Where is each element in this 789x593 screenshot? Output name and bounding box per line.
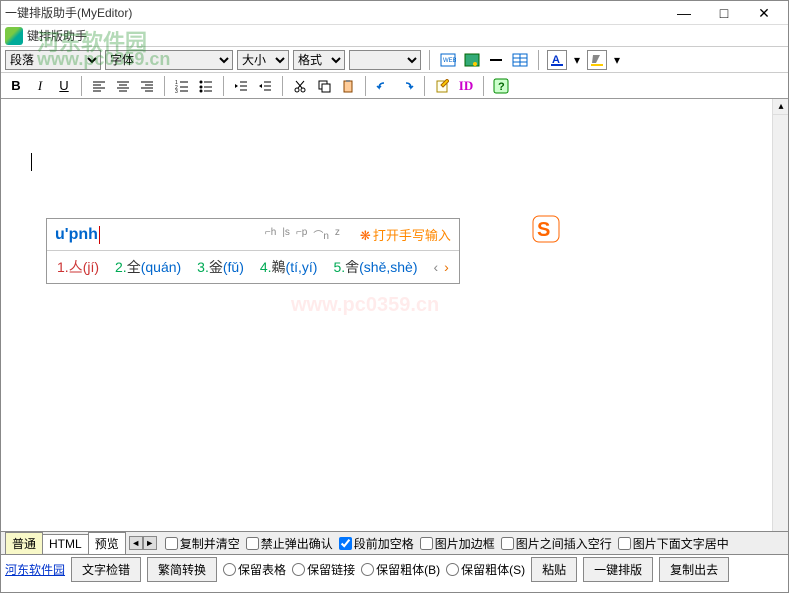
redo-button[interactable] — [396, 76, 418, 96]
ime-candidate-4[interactable]: 4.鵜(tí,yí) — [260, 257, 318, 277]
ime-input-text: u'pnh — [55, 226, 98, 244]
svg-text:?: ? — [498, 81, 505, 93]
ime-candidate-2[interactable]: 2.全(quán) — [115, 257, 181, 277]
font-select[interactable]: 字体 — [105, 50, 233, 70]
minimize-button[interactable]: — — [664, 1, 704, 25]
format-toolbar: 段落 字体 大小 格式 WEB A ▾ ▾ — [1, 47, 788, 73]
scroll-up-icon[interactable]: ▴ — [773, 99, 788, 115]
edit-source-button[interactable] — [431, 76, 453, 96]
paste-button[interactable] — [337, 76, 359, 96]
close-button[interactable]: ✕ — [744, 1, 784, 25]
text-check-button[interactable]: 文字检错 — [71, 557, 141, 582]
vertical-scrollbar[interactable]: ▴ — [772, 99, 788, 531]
align-right-button[interactable] — [136, 76, 158, 96]
tab-normal[interactable]: 普通 — [5, 532, 43, 554]
cb-img-border[interactable]: 图片加边框 — [420, 535, 495, 552]
outdent-button[interactable] — [230, 76, 252, 96]
vendor-link[interactable]: 河东软件园 — [5, 561, 65, 578]
ime-panel: u'pnh ⌐h |s ⌐p ⌒n z ❋打开手写输入 1.亼(jí) 2.全(… — [46, 218, 460, 284]
ime-tool-n[interactable]: ⌒n — [313, 227, 329, 242]
paste-button[interactable]: 粘贴 — [531, 557, 577, 582]
cb-img-blank[interactable]: 图片之间插入空行 — [501, 535, 612, 552]
ime-toolbar: ⌐h |s ⌐p ⌒n z — [265, 227, 340, 242]
copy-button[interactable] — [313, 76, 335, 96]
web-icon[interactable]: WEB — [438, 50, 458, 70]
ime-prev-icon[interactable]: ‹ — [433, 259, 438, 275]
ime-tool-s[interactable]: |s — [282, 227, 290, 242]
window-title: 一键排版助手(MyEditor) — [5, 4, 664, 21]
ime-candidate-3[interactable]: 3.釡(fǔ) — [197, 257, 244, 277]
image-button[interactable] — [462, 50, 482, 70]
id-button[interactable]: ID — [455, 76, 477, 96]
svg-text:WEB: WEB — [443, 58, 456, 64]
convert-button[interactable]: 繁简转换 — [147, 557, 217, 582]
svg-text:3: 3 — [175, 89, 178, 93]
ime-candidate-5[interactable]: 5.舎(shě,shè) — [333, 257, 417, 277]
cut-button[interactable] — [289, 76, 311, 96]
tab-scroll-right-icon[interactable]: ► — [143, 536, 157, 550]
ime-tool-p[interactable]: ⌐p — [296, 227, 307, 242]
rb-keep-bold-s[interactable]: 保留粗体(S) — [446, 561, 525, 578]
size-select[interactable]: 大小 — [237, 50, 289, 70]
highlight-button[interactable] — [587, 50, 607, 70]
rb-keep-bold-b[interactable]: 保留粗体(B) — [361, 561, 440, 578]
bottom-toolbar: 河东软件园 文字检错 繁简转换 保留表格 保留链接 保留粗体(B) 保留粗体(S… — [1, 555, 788, 583]
ime-next-icon[interactable]: › — [444, 259, 449, 275]
ime-handwrite-link[interactable]: ❋打开手写输入 — [360, 225, 451, 244]
help-button[interactable]: ? — [490, 76, 512, 96]
ime-cursor — [99, 226, 100, 244]
format-select[interactable]: 格式 — [293, 50, 345, 70]
bold-button[interactable]: B — [5, 76, 27, 96]
underline-button[interactable]: U — [53, 76, 75, 96]
svg-text:S: S — [537, 219, 550, 241]
cb-img-center[interactable]: 图片下面文字居中 — [618, 535, 729, 552]
font-color-dropdown[interactable]: ▾ — [571, 50, 583, 70]
hr-button[interactable] — [486, 50, 506, 70]
font-color-button[interactable]: A — [547, 50, 567, 70]
menu-title: 键排版助手 — [27, 27, 87, 44]
cb-no-popup[interactable]: 禁止弹出确认 — [246, 535, 333, 552]
edit-toolbar: B I U 123 ID ? — [1, 73, 788, 99]
align-center-button[interactable] — [112, 76, 134, 96]
app-logo-icon — [5, 27, 23, 45]
copy-out-button[interactable]: 复制出去 — [659, 557, 729, 582]
indent-button[interactable] — [254, 76, 276, 96]
editor-area[interactable]: ▴ — [1, 99, 788, 531]
rb-keep-table[interactable]: 保留表格 — [223, 561, 286, 578]
cb-para-space[interactable]: 段前加空格 — [339, 535, 414, 552]
sogou-logo-icon: S — [531, 214, 561, 244]
table-button[interactable] — [510, 50, 530, 70]
tab-html[interactable]: HTML — [42, 534, 89, 553]
text-cursor — [31, 153, 32, 171]
ime-nav: ‹› — [433, 259, 448, 275]
highlight-dropdown[interactable]: ▾ — [611, 50, 623, 70]
numbered-list-button[interactable]: 123 — [171, 76, 193, 96]
cb-copy-clear[interactable]: 复制并清空 — [165, 535, 240, 552]
rb-keep-link[interactable]: 保留链接 — [292, 561, 355, 578]
view-tabs-row: 普通 HTML 预览 ◄► 复制并清空 禁止弹出确认 段前加空格 图片加边框 图… — [1, 531, 788, 555]
maximize-button[interactable]: □ — [704, 1, 744, 25]
italic-button[interactable]: I — [29, 76, 51, 96]
undo-button[interactable] — [372, 76, 394, 96]
ime-candidate-1[interactable]: 1.亼(jí) — [57, 257, 99, 277]
extra-select[interactable] — [349, 50, 421, 70]
align-left-button[interactable] — [88, 76, 110, 96]
bullet-list-button[interactable] — [195, 76, 217, 96]
paragraph-select[interactable]: 段落 — [5, 50, 101, 70]
one-key-format-button[interactable]: 一键排版 — [583, 557, 653, 582]
tab-scroll-left-icon[interactable]: ◄ — [129, 536, 143, 550]
ime-tool-z[interactable]: z — [335, 227, 340, 242]
ime-tool-h[interactable]: ⌐h — [265, 227, 276, 242]
tab-preview[interactable]: 预览 — [88, 532, 126, 554]
